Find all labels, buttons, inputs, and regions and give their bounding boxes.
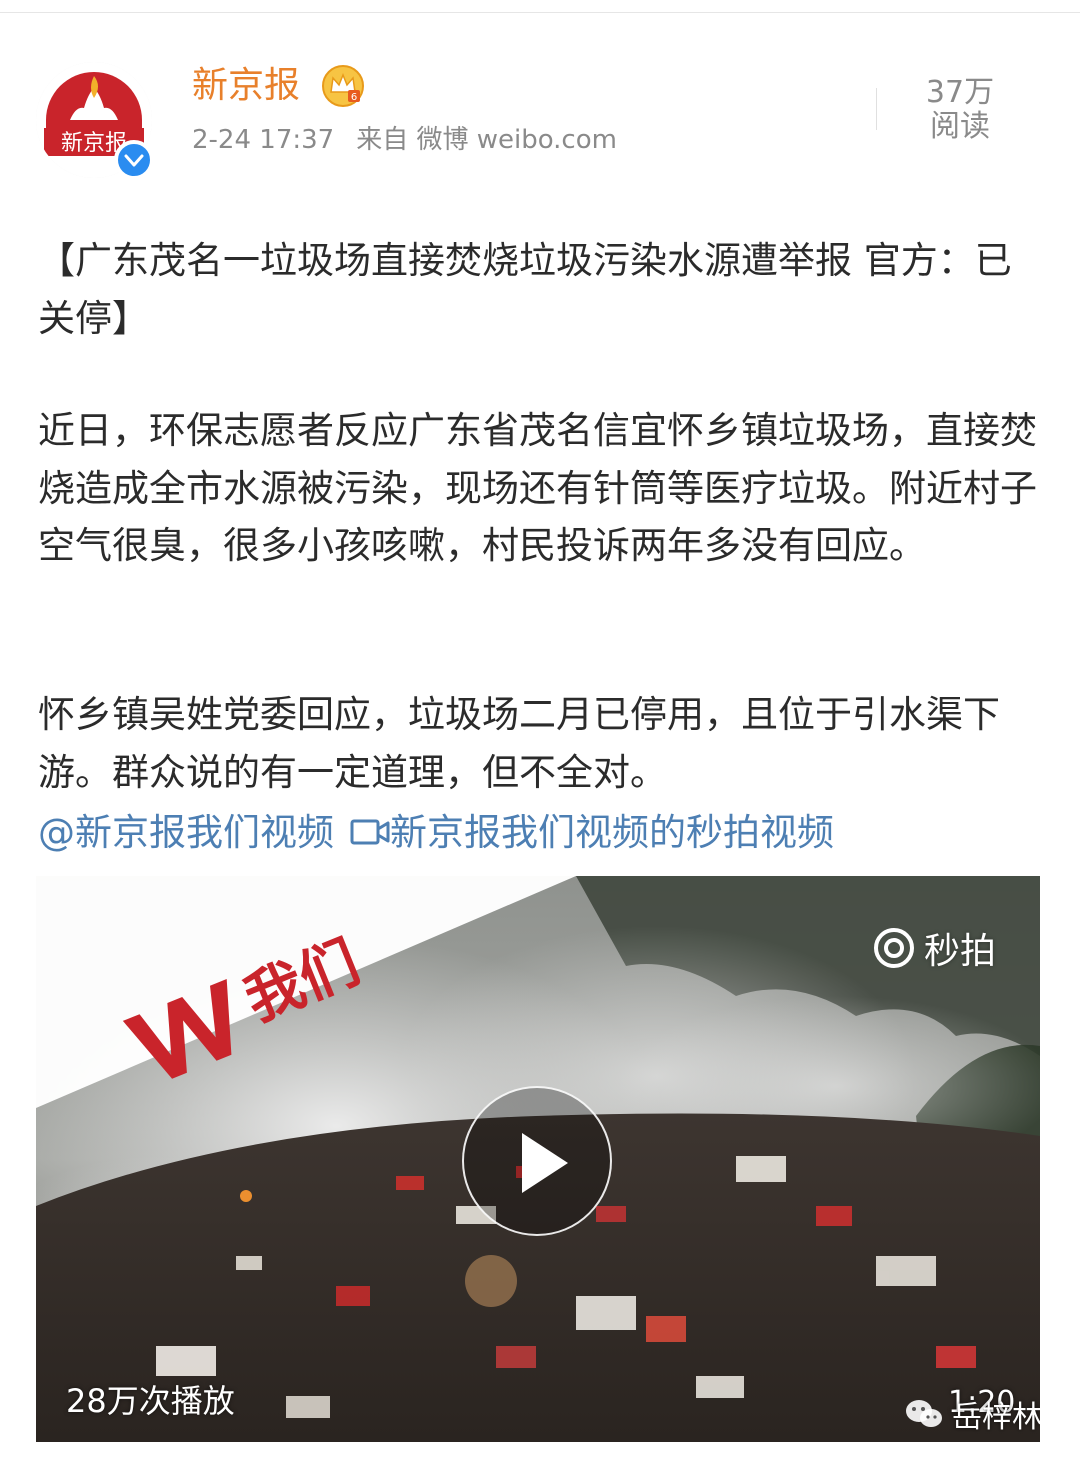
- post-paragraph-1: 近日，环保志愿者反应广东省茂名信宜怀乡镇垃圾场，直接焚烧造成全市水源被污染，现场…: [38, 409, 1037, 567]
- play-button[interactable]: [462, 1086, 612, 1236]
- post-title: 【广东茂名一垃圾场直接焚烧垃圾污染水源遭举报 官方：已关停】: [38, 239, 1012, 340]
- top-divider: [0, 12, 1080, 13]
- video-link[interactable]: 新京报我们视频的秒拍视频: [390, 811, 834, 854]
- miaopai-camera-icon: [873, 928, 914, 968]
- miaopai-brand: 秒拍: [872, 922, 996, 974]
- wechat-icon: [906, 1400, 942, 1427]
- miaopai-text: 秒拍: [923, 931, 996, 972]
- wechat-watermark: 岳梓林: [904, 1392, 1040, 1436]
- read-count: 37万 阅读: [900, 76, 1020, 144]
- post-meta: 2-24 17:37 来自 微博 weibo.com: [192, 124, 639, 156]
- post-paragraph-2: 怀乡镇吴姓党委回应，垃圾场二月已停用，且位于引水渠下游。群众说的有一定道理，但不…: [38, 693, 1000, 794]
- header-divider: [876, 88, 877, 130]
- post-links: @新京报我们视频 新京报我们视频的秒拍视频: [38, 804, 834, 861]
- verified-badge-icon: [114, 140, 154, 180]
- video-player[interactable]: 我们 秒拍 28万次播放 1:20 岳梓林: [36, 876, 1040, 1442]
- read-count-label: 阅读: [930, 109, 990, 144]
- watermark-text: 岳梓林: [952, 1400, 1040, 1435]
- mention-link[interactable]: @新京报我们视频: [38, 811, 334, 854]
- svg-text:6: 6: [351, 92, 357, 103]
- member-crown-icon[interactable]: 6: [320, 62, 366, 108]
- play-icon: [522, 1133, 568, 1193]
- post-time: 2-24 17:37: [192, 125, 335, 155]
- video-link-icon: [350, 819, 390, 845]
- post-source[interactable]: 来自 微博 weibo.com: [356, 125, 617, 155]
- play-count: 28万次播放: [66, 1382, 235, 1420]
- author-avatar[interactable]: 新京报: [36, 62, 154, 180]
- author-name[interactable]: 新京报: [192, 64, 300, 108]
- read-count-value: 37万: [925, 75, 995, 110]
